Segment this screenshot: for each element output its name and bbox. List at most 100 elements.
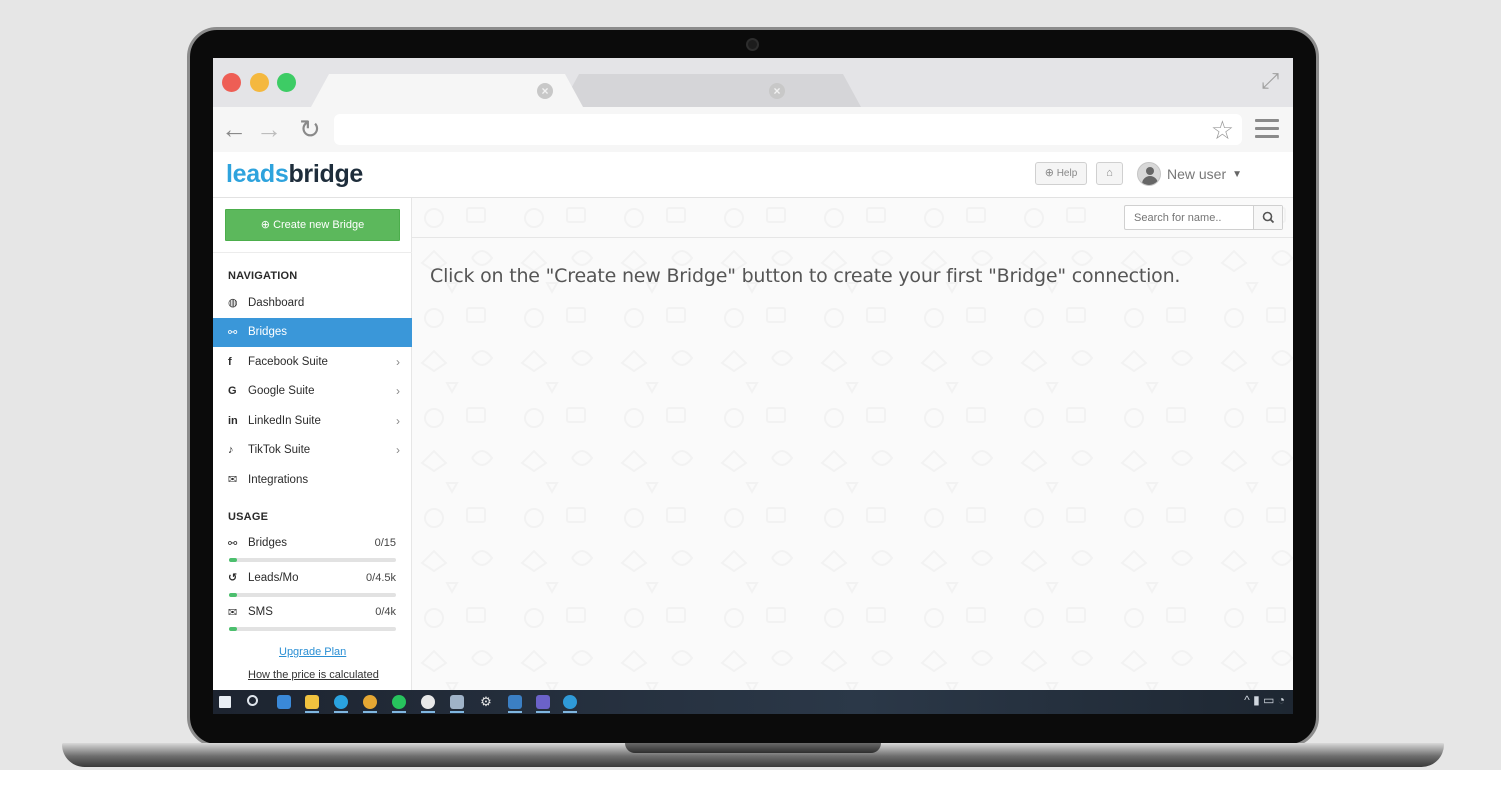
forward-arrow-icon[interactable]: → bbox=[256, 114, 282, 144]
user-menu[interactable]: New user ▼ bbox=[1137, 160, 1242, 188]
sidebar-item-label: TikTok Suite bbox=[248, 444, 311, 456]
fullscreen-icon[interactable]: ⤢ bbox=[1261, 68, 1279, 94]
tab-close-icon[interactable]: × bbox=[537, 83, 553, 99]
sidebar-item-bridges[interactable]: ⚯ Bridges bbox=[213, 317, 412, 347]
google-icon: G bbox=[228, 385, 237, 397]
help-button[interactable]: ⊕ Help bbox=[1035, 162, 1087, 185]
window-maximize-button[interactable] bbox=[277, 73, 296, 92]
app-header: leadsbridge ⊕ Help ⌂ New user ▼ bbox=[213, 152, 1293, 198]
navigation-heading: NAVIGATION bbox=[228, 270, 298, 282]
chrome-icon[interactable] bbox=[363, 695, 377, 709]
running-indicator bbox=[421, 711, 435, 713]
os-taskbar: ⚙ ^ ▮ ▭ ◔ bbox=[213, 690, 1293, 714]
usage-item-leads-mo: ↺ Leads/Mo 0/4.5k bbox=[213, 570, 412, 586]
caret-down-icon: ▼ bbox=[1232, 168, 1243, 180]
upgrade-plan-link[interactable]: Upgrade Plan bbox=[279, 646, 346, 658]
window-close-button[interactable] bbox=[222, 73, 241, 92]
browser-tab-bar: × × ⤢ bbox=[213, 58, 1293, 107]
bridges-icon: ⚯ bbox=[228, 537, 238, 550]
user-name: New user bbox=[1167, 166, 1227, 182]
telegram-icon[interactable] bbox=[334, 695, 348, 709]
usage-heading: USAGE bbox=[228, 511, 269, 523]
running-indicator bbox=[508, 711, 522, 713]
running-indicator bbox=[305, 711, 319, 713]
price-info-link[interactable]: How the price is calculated bbox=[248, 669, 379, 681]
tab-close-icon[interactable]: × bbox=[769, 83, 785, 99]
tiktok-icon: ♪ bbox=[228, 444, 234, 456]
usage-progress-fill bbox=[229, 558, 238, 562]
address-bar[interactable]: ☆ bbox=[334, 114, 1242, 145]
chevron-right-icon: › bbox=[396, 354, 400, 369]
webcam bbox=[746, 38, 759, 51]
settings-gear-icon[interactable]: ⚙ bbox=[479, 695, 493, 709]
wifi-icon[interactable]: ◔ bbox=[1278, 693, 1285, 707]
bridges-icon: ⚯ bbox=[228, 326, 238, 339]
running-indicator bbox=[536, 711, 550, 713]
history-icon: ↺ bbox=[228, 572, 238, 584]
plus-circle-icon: ⊕ bbox=[260, 219, 271, 231]
browser-tab-2[interactable]: × bbox=[561, 74, 861, 107]
screen: × × ⤢ ← → ↻ ☆ leadsbridge ⊕ Help ⌂ New u… bbox=[213, 58, 1293, 714]
todo-app-icon[interactable] bbox=[277, 695, 291, 709]
browser-tab-1[interactable]: × bbox=[311, 74, 583, 107]
running-indicator bbox=[450, 711, 464, 713]
running-indicator bbox=[334, 711, 348, 713]
sidebar-item-google-suite[interactable]: G Google Suite › bbox=[213, 377, 412, 406]
usage-item-bridges: ⚯ Bridges 0/15 bbox=[213, 535, 412, 551]
gift-button[interactable]: ⌂ bbox=[1096, 162, 1123, 185]
chevron-right-icon: › bbox=[396, 443, 400, 457]
sidebar-item-linkedin-suite[interactable]: in LinkedIn Suite › bbox=[213, 406, 412, 435]
sidebar-item-facebook-suite[interactable]: f Facebook Suite › bbox=[213, 347, 412, 376]
battery-icon[interactable]: ▭ bbox=[1263, 693, 1274, 707]
sidebar-item-label: Google Suite bbox=[248, 385, 315, 397]
laptop-notch bbox=[625, 743, 881, 753]
browser-toolbar: ← → ↻ ☆ bbox=[213, 107, 1293, 152]
teams-icon[interactable] bbox=[536, 695, 550, 709]
window-minimize-button[interactable] bbox=[250, 73, 269, 92]
search-box bbox=[1124, 205, 1283, 230]
usage-value: 0/4.5k bbox=[366, 571, 396, 584]
sidebar-item-label: LinkedIn Suite bbox=[248, 414, 321, 427]
chevron-right-icon: › bbox=[396, 413, 400, 428]
search-icon bbox=[1262, 211, 1275, 224]
app-icon[interactable] bbox=[450, 695, 464, 709]
create-new-bridge-button[interactable]: ⊕ Create new Bridge bbox=[225, 209, 400, 241]
spotify-icon[interactable] bbox=[392, 695, 406, 709]
usage-item-sms: ✉ SMS 0/4k bbox=[213, 604, 412, 620]
sidebar-item-label: Facebook Suite bbox=[248, 355, 328, 368]
main-topbar bbox=[412, 198, 1293, 238]
sidebar-item-tiktok-suite[interactable]: ♪ TikTok Suite › bbox=[213, 436, 412, 465]
search-icon[interactable] bbox=[247, 695, 258, 706]
main-content: Click on the "Create new Bridge" button … bbox=[412, 198, 1293, 690]
empty-state-message: Click on the "Create new Bridge" button … bbox=[430, 265, 1181, 287]
browser-menu-icon[interactable] bbox=[1255, 119, 1279, 143]
windows-start-icon[interactable] bbox=[219, 696, 231, 708]
file-explorer-icon[interactable] bbox=[305, 695, 319, 709]
chevron-up-icon[interactable]: ^ bbox=[1244, 693, 1250, 707]
edge-icon[interactable] bbox=[563, 695, 577, 709]
app-icon[interactable] bbox=[421, 695, 435, 709]
usage-progress-bar bbox=[229, 592, 396, 597]
app-icon[interactable] bbox=[508, 695, 522, 709]
usage-progress-bar bbox=[229, 558, 396, 562]
sidebar-item-dashboard[interactable]: ◍ Dashboard bbox=[213, 288, 412, 317]
running-indicator bbox=[392, 711, 406, 713]
usage-value: 0/4k bbox=[375, 606, 396, 618]
back-arrow-icon[interactable]: ← bbox=[221, 114, 247, 144]
sidebar-item-label: Dashboard bbox=[248, 296, 305, 309]
usage-progress-bar bbox=[229, 627, 396, 631]
leadsbridge-logo[interactable]: leadsbridge bbox=[226, 160, 363, 189]
sidebar-item-label: Bridges bbox=[248, 326, 287, 338]
sidebar-item-integrations[interactable]: ✉ Integrations bbox=[213, 465, 412, 494]
avatar bbox=[1137, 162, 1161, 186]
system-tray[interactable]: ^ ▮ ▭ ◔ bbox=[1244, 693, 1285, 707]
usage-value: 0/15 bbox=[374, 537, 396, 549]
facebook-icon: f bbox=[228, 355, 232, 368]
reload-icon[interactable]: ↻ bbox=[299, 114, 321, 144]
microphone-icon[interactable]: ▮ bbox=[1253, 693, 1260, 707]
envelope-icon: ✉ bbox=[228, 606, 238, 619]
search-input[interactable] bbox=[1125, 206, 1255, 229]
bookmark-star-icon[interactable]: ☆ bbox=[1211, 115, 1234, 146]
search-button[interactable] bbox=[1253, 206, 1282, 229]
gift-icon: ⌂ bbox=[1106, 167, 1113, 179]
